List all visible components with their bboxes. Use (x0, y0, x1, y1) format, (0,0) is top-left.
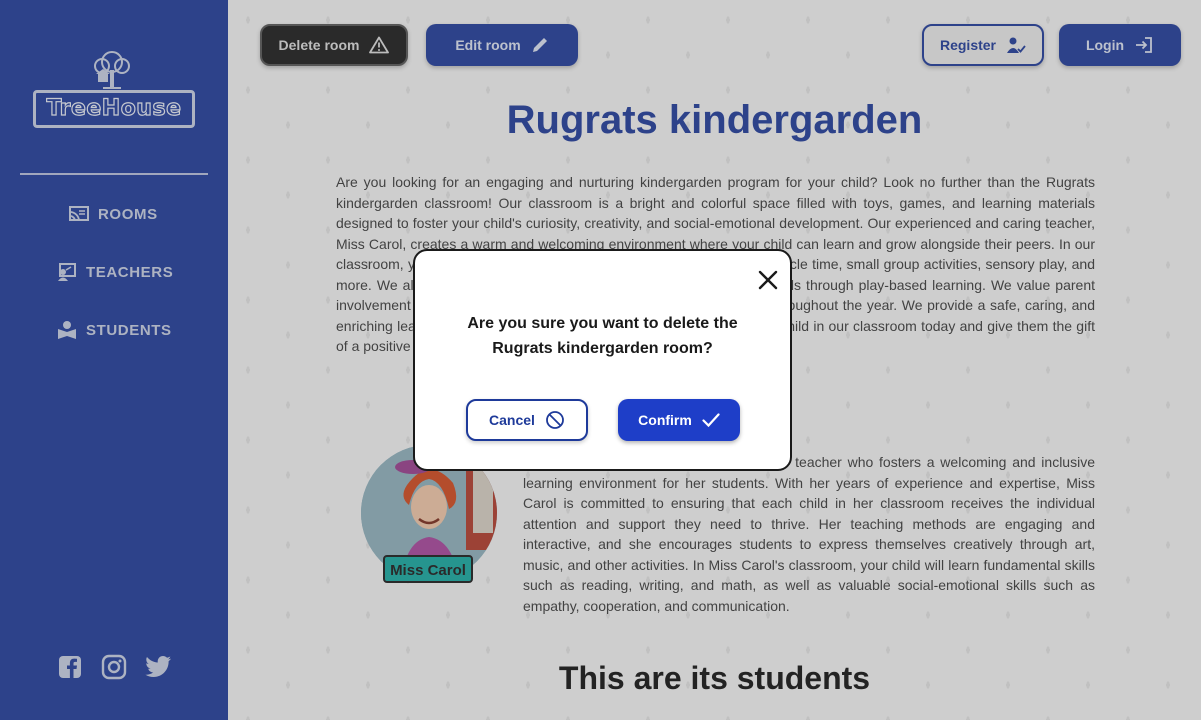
cancel-label: Cancel (489, 412, 535, 428)
modal-message-line1: Are you sure you want to delete the (467, 315, 738, 332)
close-icon[interactable] (757, 269, 779, 291)
modal-message-line2: Rugrats kindergarden room? (492, 340, 713, 357)
confirm-label: Confirm (638, 412, 692, 428)
modal-message: Are you sure you want to delete the Rugr… (435, 311, 770, 361)
ban-icon (546, 411, 564, 429)
delete-confirm-modal: Are you sure you want to delete the Rugr… (413, 249, 792, 471)
confirm-button[interactable]: Confirm (618, 399, 740, 441)
check-icon (702, 413, 720, 428)
cancel-button[interactable]: Cancel (466, 399, 588, 441)
